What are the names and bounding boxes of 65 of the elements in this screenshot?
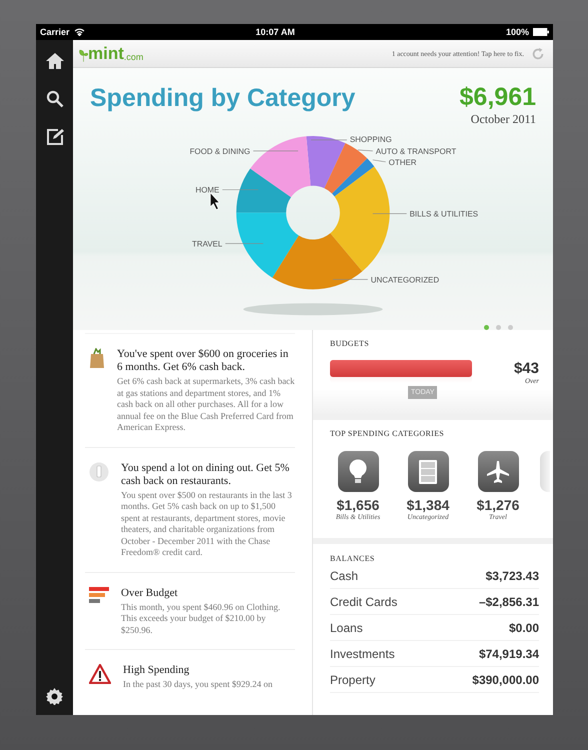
grocery-bag-icon	[89, 348, 105, 368]
category-label: TRAVEL	[192, 239, 222, 248]
category-label: UNCATEGORIZED	[370, 275, 440, 284]
lightbulb-icon[interactable]	[338, 451, 378, 492]
leader-line	[252, 150, 298, 152]
category-amount: $1,656	[336, 497, 380, 513]
category-label: AUTO & TRANSPORT	[376, 146, 456, 156]
category-amount: $1,276	[476, 497, 520, 513]
budget-bars-icon	[89, 586, 109, 604]
leader-line	[310, 139, 348, 140]
period-label: October 2011	[470, 112, 536, 126]
airplane-icon[interactable]	[478, 451, 518, 492]
feed-text: You spent over $500 on restaurants in the last 3 months. Get 5% cash back on up to $1,500 spent at restaurants, department stores, movie theaters, and charitable organizations from October - December 2011 with the Chase Freedom® credit card.	[121, 490, 293, 558]
carrier-label: Carrier	[40, 27, 70, 37]
balance-value: –$2,856.31	[478, 595, 539, 609]
leader-line	[222, 189, 259, 190]
warning-icon	[89, 664, 111, 684]
feed-title[interactable]: You spend a lot on dining out. Get 5% cash back on restaurants.	[121, 462, 295, 488]
leader-line	[372, 213, 407, 214]
wifi-icon	[74, 28, 85, 36]
category-label: BILLS & UTILITIES	[410, 209, 478, 218]
category-label: FOOD & DINING	[190, 146, 250, 156]
status-time: 10:07 AM	[254, 27, 296, 37]
category-label: OTHER	[388, 158, 417, 167]
feed-title[interactable]: You've spent over $600 on groceries in 6 months. Get 6% cash back.	[117, 348, 295, 374]
balance-value: $3,723.43	[486, 569, 539, 583]
balance-value: $74,919.34	[478, 647, 539, 661]
category-tile-edge[interactable]	[540, 451, 550, 492]
over-amount: $43	[514, 360, 539, 377]
total-amount: $6,961	[460, 84, 536, 112]
balance-value: $390,000.00	[472, 673, 539, 687]
category-amount: $1,384	[406, 497, 450, 513]
settings-icon[interactable]	[46, 688, 63, 705]
drawers-icon[interactable]	[408, 451, 448, 492]
feed-title[interactable]: High Spending	[123, 664, 272, 677]
feed-text: This month, you spent $460.96 on Clothing. This exceeds your budget of $210.00 by $250.96.	[121, 602, 282, 636]
leader-line	[358, 149, 374, 152]
cursor-icon	[210, 192, 220, 210]
leader-line	[225, 243, 264, 244]
home-icon[interactable]	[44, 52, 64, 70]
page-title: Spending by Category	[90, 84, 356, 114]
feed-text: Get 6% cash back at supermarkets, 3% cash back at gas stations and department stores, and 1% cash back on all other purchases. All for a low annual fee on the Blue Cash Preferred Card from American Express.	[117, 376, 295, 434]
compose-icon[interactable]	[46, 128, 64, 146]
balance-value: $0.00	[508, 621, 539, 635]
balance-name[interactable]: Investments	[330, 647, 395, 661]
section-heading: BALANCES	[330, 554, 376, 563]
balance-name[interactable]: Credit Cards	[330, 595, 398, 609]
balance-name[interactable]: Property	[330, 673, 376, 687]
feed-title[interactable]: Over Budget	[121, 586, 295, 600]
page-dot[interactable]	[484, 325, 488, 330]
balance-name[interactable]: Loans	[330, 621, 363, 635]
battery-icon	[533, 28, 549, 36]
mint-logo: mint.com	[79, 45, 144, 62]
balance-name[interactable]: Cash	[330, 569, 358, 583]
leader-line	[332, 278, 368, 280]
category-label: SHOPPING	[350, 134, 392, 144]
page-dot[interactable]	[508, 325, 512, 330]
page-dot[interactable]	[496, 325, 500, 330]
leader-line	[372, 159, 386, 162]
category-label: HOME	[196, 186, 220, 195]
section-heading: BUDGETS	[330, 339, 370, 348]
feed-text: In the past 30 days, you spent $929.24 on	[123, 679, 272, 690]
section-heading: TOP SPENDING CATEGORIES	[330, 429, 446, 438]
search-icon[interactable]	[46, 90, 64, 108]
battery-label: 100%	[506, 27, 529, 37]
